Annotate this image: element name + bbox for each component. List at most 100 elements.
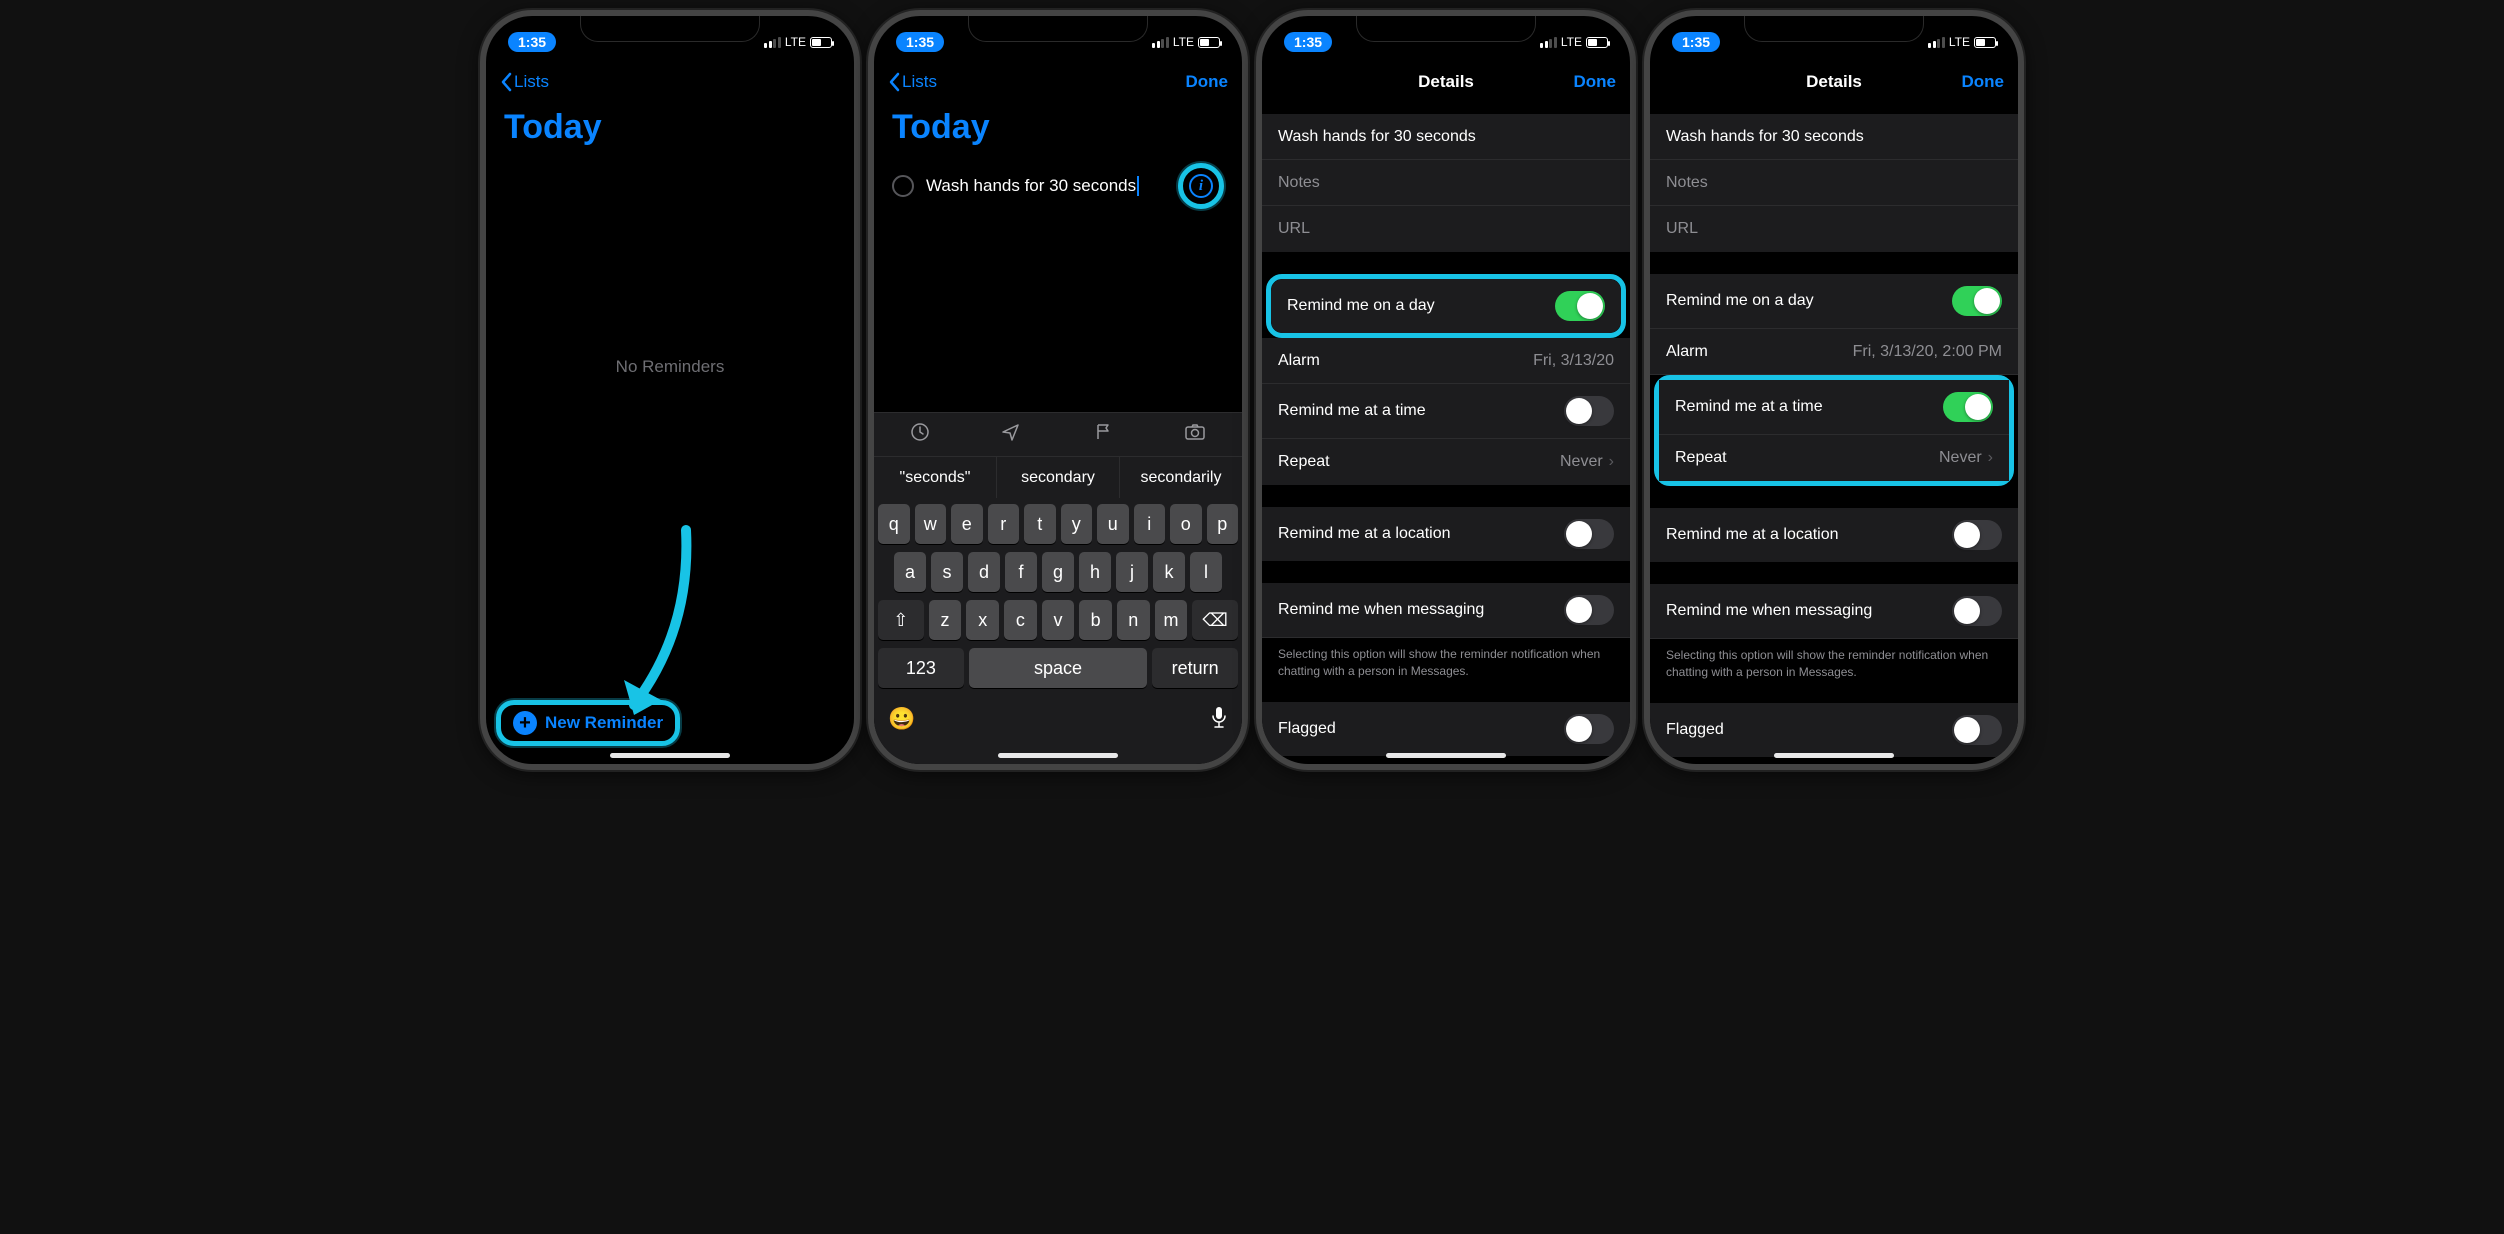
annotation-highlight: i — [1178, 163, 1224, 209]
remind-messaging-row[interactable]: Remind me when messaging — [1650, 584, 2018, 639]
title-field[interactable]: Wash hands for 30 seconds — [1650, 114, 2018, 160]
key-s[interactable]: s — [931, 552, 963, 592]
notch — [580, 16, 760, 42]
suggestion-1[interactable]: "seconds" — [874, 457, 997, 498]
remind-location-row[interactable]: Remind me at a location — [1650, 508, 2018, 562]
emoji-button[interactable]: 😀 — [888, 706, 915, 736]
key-g[interactable]: g — [1042, 552, 1074, 592]
status-right: LTE — [1928, 35, 1996, 49]
back-button[interactable]: Lists — [500, 72, 549, 92]
home-indicator[interactable] — [610, 753, 730, 758]
remind-day-row[interactable]: Remind me on a day — [1650, 274, 2018, 329]
key-q[interactable]: q — [878, 504, 910, 544]
key-f[interactable]: f — [1005, 552, 1037, 592]
key-x[interactable]: x — [966, 600, 999, 640]
carrier-label: LTE — [1561, 35, 1582, 49]
suggestion-3[interactable]: secondarily — [1120, 457, 1242, 498]
keyboard-toolbar — [874, 412, 1242, 456]
back-button[interactable]: Lists — [888, 72, 937, 92]
location-icon[interactable] — [1001, 422, 1021, 448]
flagged-row[interactable]: Flagged — [1262, 702, 1630, 756]
key-h[interactable]: h — [1079, 552, 1111, 592]
remind-location-toggle[interactable] — [1564, 519, 1614, 549]
notch — [968, 16, 1148, 42]
key-a[interactable]: a — [894, 552, 926, 592]
key-n[interactable]: n — [1117, 600, 1150, 640]
remind-location-row[interactable]: Remind me at a location — [1262, 507, 1630, 561]
remind-time-row[interactable]: Remind me at a time — [1659, 380, 2009, 435]
flagged-toggle[interactable] — [1952, 715, 2002, 745]
key-p[interactable]: p — [1207, 504, 1239, 544]
key-return[interactable]: return — [1152, 648, 1238, 688]
reminder-title-input[interactable]: Wash hands for 30 seconds — [926, 176, 1139, 197]
key-y[interactable]: y — [1061, 504, 1093, 544]
key-123[interactable]: 123 — [878, 648, 964, 688]
annotation-arrow — [606, 520, 696, 740]
key-j[interactable]: j — [1116, 552, 1148, 592]
reminder-row[interactable]: Wash hands for 30 seconds i — [874, 157, 1242, 215]
remind-messaging-toggle[interactable] — [1564, 595, 1614, 625]
alarm-row[interactable]: Alarm Fri, 3/13/20 — [1262, 338, 1630, 384]
remind-day-toggle[interactable] — [1555, 291, 1605, 321]
key-d[interactable]: d — [968, 552, 1000, 592]
done-button[interactable]: Done — [1186, 72, 1229, 92]
remind-time-toggle[interactable] — [1564, 396, 1614, 426]
battery-icon — [1198, 37, 1220, 48]
suggestion-2[interactable]: secondary — [997, 457, 1120, 498]
key-shift[interactable]: ⇧ — [878, 600, 924, 640]
chevron-left-icon — [888, 72, 900, 92]
key-m[interactable]: m — [1155, 600, 1188, 640]
remind-day-toggle[interactable] — [1952, 286, 2002, 316]
dictation-button[interactable] — [1210, 706, 1228, 736]
messaging-footnote: Selecting this option will show the remi… — [1650, 639, 2018, 681]
key-t[interactable]: t — [1024, 504, 1056, 544]
home-indicator[interactable] — [1774, 753, 1894, 758]
home-indicator[interactable] — [998, 753, 1118, 758]
remind-messaging-toggle[interactable] — [1952, 596, 2002, 626]
clock-icon[interactable] — [910, 422, 930, 448]
repeat-row[interactable]: Repeat Never› — [1659, 435, 2009, 481]
camera-icon[interactable] — [1184, 422, 1206, 448]
alarm-row[interactable]: Alarm Fri, 3/13/20, 2:00 PM — [1650, 329, 2018, 375]
key-e[interactable]: e — [951, 504, 983, 544]
url-field[interactable]: URL — [1650, 206, 2018, 252]
done-button[interactable]: Done — [1566, 72, 1616, 92]
notes-field[interactable]: Notes — [1262, 160, 1630, 206]
alarm-value: Fri, 3/13/20, 2:00 PM — [1853, 343, 2002, 361]
info-button[interactable]: i — [1189, 174, 1213, 198]
remind-messaging-row[interactable]: Remind me when messaging — [1262, 583, 1630, 638]
remind-time-toggle[interactable] — [1943, 392, 1993, 422]
repeat-value: Never — [1939, 449, 1982, 466]
flagged-row[interactable]: Flagged — [1650, 703, 2018, 757]
signal-icon — [764, 37, 781, 48]
title-field[interactable]: Wash hands for 30 seconds — [1262, 114, 1630, 160]
done-button[interactable]: Done — [1954, 72, 2004, 92]
key-space[interactable]: space — [969, 648, 1148, 688]
reminder-radio[interactable] — [892, 175, 914, 197]
key-u[interactable]: u — [1097, 504, 1129, 544]
flag-icon[interactable] — [1093, 422, 1113, 448]
battery-icon — [1586, 37, 1608, 48]
key-l[interactable]: l — [1190, 552, 1222, 592]
key-w[interactable]: w — [915, 504, 947, 544]
key-backspace[interactable]: ⌫ — [1192, 600, 1238, 640]
repeat-row[interactable]: Repeat Never› — [1262, 439, 1630, 485]
key-k[interactable]: k — [1153, 552, 1185, 592]
key-o[interactable]: o — [1170, 504, 1202, 544]
key-z[interactable]: z — [929, 600, 962, 640]
remind-location-toggle[interactable] — [1952, 520, 2002, 550]
remind-day-row[interactable]: Remind me on a day — [1271, 279, 1621, 333]
home-indicator[interactable] — [1386, 753, 1506, 758]
key-r[interactable]: r — [988, 504, 1020, 544]
url-field[interactable]: URL — [1262, 206, 1630, 252]
key-b[interactable]: b — [1079, 600, 1112, 640]
carrier-label: LTE — [1173, 35, 1194, 49]
key-i[interactable]: i — [1134, 504, 1166, 544]
status-time: 1:35 — [1284, 32, 1332, 52]
remind-time-row[interactable]: Remind me at a time — [1262, 384, 1630, 439]
flagged-toggle[interactable] — [1564, 714, 1614, 744]
annotation-highlight-day: Remind me on a day — [1266, 274, 1626, 338]
notes-field[interactable]: Notes — [1650, 160, 2018, 206]
key-v[interactable]: v — [1042, 600, 1075, 640]
key-c[interactable]: c — [1004, 600, 1037, 640]
